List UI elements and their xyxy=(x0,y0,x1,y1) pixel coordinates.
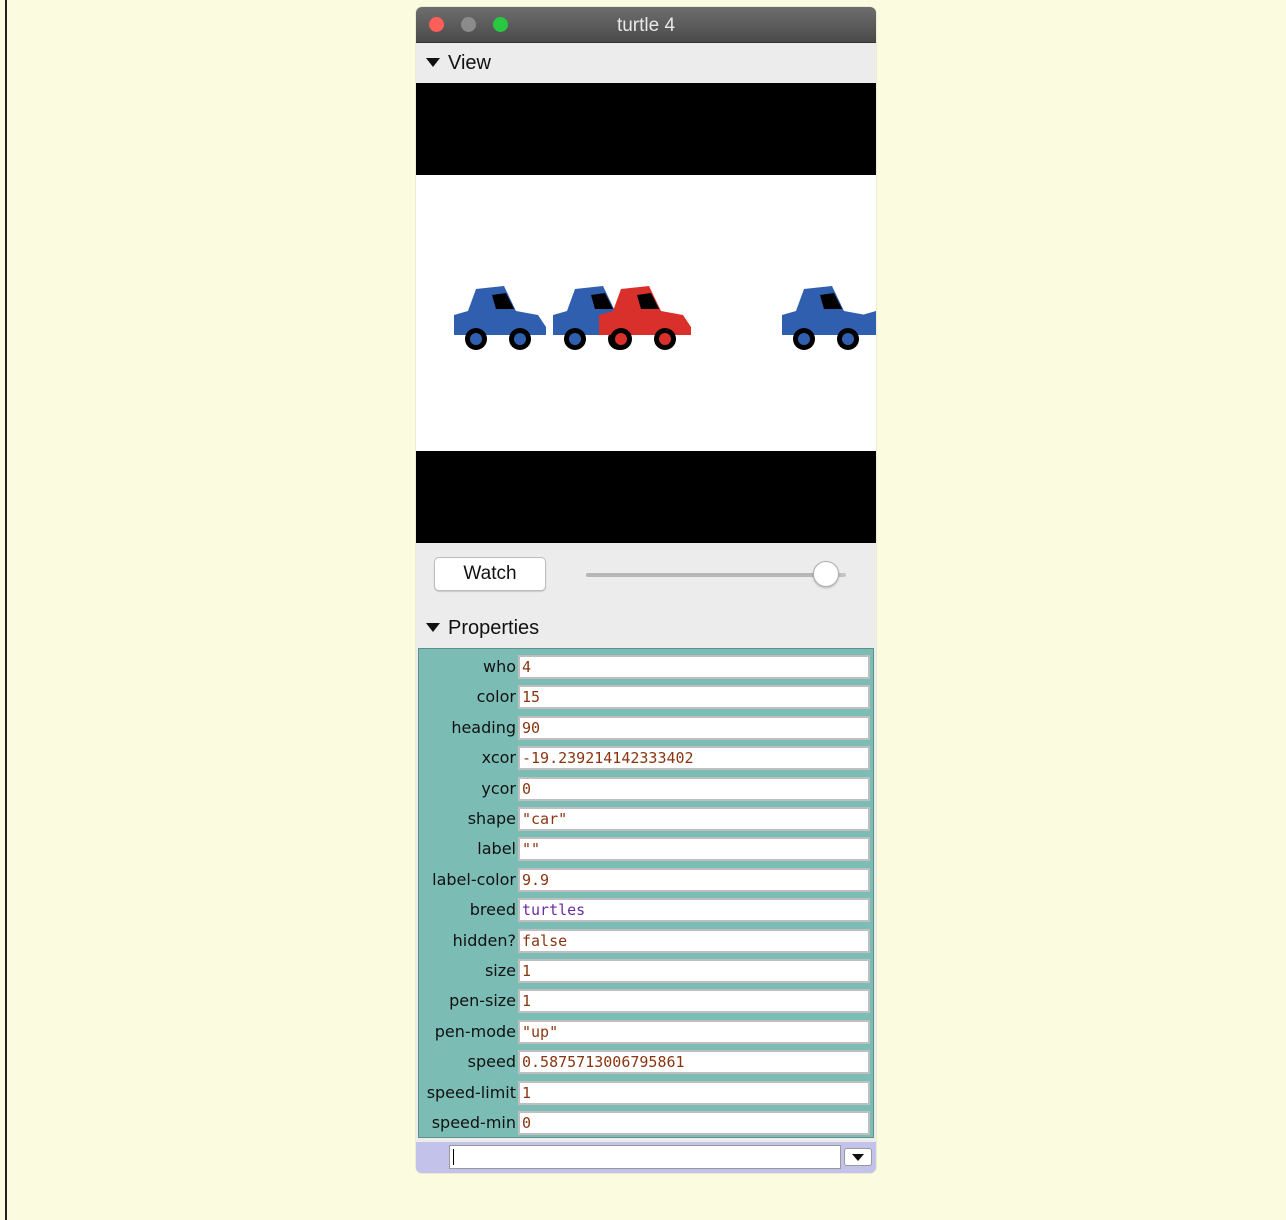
road-top-band xyxy=(416,83,876,175)
properties-section-header[interactable]: Properties xyxy=(416,608,876,648)
property-row: pen-size 1 xyxy=(419,986,875,1016)
text-cursor xyxy=(453,1149,454,1165)
property-name: speed-min xyxy=(431,1113,516,1132)
chevron-down-icon xyxy=(852,1154,864,1161)
disclosure-triangle-icon xyxy=(426,623,440,632)
title-bar[interactable]: turtle 4 xyxy=(416,7,876,43)
window-title: turtle 4 xyxy=(616,15,676,36)
property-value-field[interactable]: 0.5875713006795861 xyxy=(518,1050,870,1075)
property-name: breed xyxy=(469,900,516,920)
property-name: who xyxy=(482,657,516,676)
road-bottom-band xyxy=(416,451,876,543)
property-value-field[interactable]: 9.9 xyxy=(518,867,870,892)
property-name: heading xyxy=(451,717,516,737)
property-name: pen-size xyxy=(449,991,516,1011)
car-icon xyxy=(862,311,876,335)
property-row: color 15 xyxy=(419,682,875,712)
property-row: label "" xyxy=(419,834,875,864)
property-row: ycor 0 xyxy=(419,774,875,804)
property-value-field[interactable]: "car" xyxy=(518,807,870,831)
property-row: xcor -19.239214142333402 xyxy=(419,743,875,773)
command-input[interactable] xyxy=(449,1145,841,1169)
property-value-field[interactable]: false xyxy=(518,928,870,953)
command-history-dropdown[interactable] xyxy=(844,1148,872,1166)
property-row: who 4 xyxy=(419,652,875,682)
property-name: hidden? xyxy=(452,930,516,950)
zoom-slider[interactable] xyxy=(586,561,846,587)
property-row: speed-limit 1 xyxy=(419,1078,875,1108)
car-icon xyxy=(782,286,874,350)
view-section-header[interactable]: View xyxy=(416,43,876,83)
property-row: speed-min 0 xyxy=(419,1108,875,1138)
view-controls: Watch xyxy=(416,543,876,608)
property-value-field[interactable]: turtles xyxy=(518,898,870,923)
property-row: speed 0.5875713006795861 xyxy=(419,1047,875,1077)
command-bar xyxy=(416,1142,876,1173)
property-value-field[interactable]: 1 xyxy=(518,989,870,1014)
property-value-field[interactable]: "up" xyxy=(518,1019,870,1044)
view-section-label: View xyxy=(448,52,491,74)
properties-panel: who 4 color 15 heading 90 xcor -19.239214142333… xyxy=(418,648,874,1138)
properties-section-label: Properties xyxy=(448,617,540,639)
property-row: pen-mode "up" xyxy=(419,1017,875,1047)
property-name: pen-mode xyxy=(434,1021,516,1041)
property-name: label-color xyxy=(432,869,516,889)
watch-button[interactable]: Watch xyxy=(434,557,546,591)
property-value-field[interactable]: "" xyxy=(518,837,870,862)
turtle-view xyxy=(416,83,876,543)
zoom-slider-thumb[interactable] xyxy=(813,561,840,587)
property-name: shape xyxy=(467,809,516,828)
disclosure-triangle-icon xyxy=(426,58,440,67)
property-name: size xyxy=(484,961,516,980)
turtle-inspector-window: turtle 4 View Watch Properties who 4 col… xyxy=(416,7,876,1173)
property-row: size 1 xyxy=(419,956,875,986)
property-row: label-color 9.9 xyxy=(419,865,875,895)
property-value-field[interactable]: 15 xyxy=(518,685,870,710)
property-value-field[interactable]: 1 xyxy=(518,1080,870,1105)
car-icon xyxy=(454,286,546,350)
property-row: shape "car" xyxy=(419,804,875,834)
page-left-border xyxy=(0,0,7,1220)
property-row: hidden? false xyxy=(419,926,875,956)
property-name: ycor xyxy=(481,778,516,798)
property-value-field[interactable]: 1 xyxy=(518,959,870,983)
property-name: label xyxy=(477,839,516,859)
property-name: xcor xyxy=(481,748,516,768)
property-value-field[interactable]: -19.239214142333402 xyxy=(518,746,870,771)
property-value-field[interactable]: 4 xyxy=(518,655,870,679)
property-name: speed xyxy=(467,1052,516,1072)
cars-layer xyxy=(454,286,876,350)
property-row: breed turtles xyxy=(419,895,875,925)
property-value-field[interactable]: 90 xyxy=(518,715,870,740)
zoom-slider-fill xyxy=(586,573,826,577)
property-value-field[interactable]: 0 xyxy=(518,776,870,801)
property-name: color xyxy=(476,687,516,707)
property-name: speed-limit xyxy=(426,1082,516,1102)
property-row: heading 90 xyxy=(419,713,875,743)
property-value-field[interactable]: 0 xyxy=(518,1111,870,1135)
car-icon-selected-turtle[interactable] xyxy=(599,286,691,350)
